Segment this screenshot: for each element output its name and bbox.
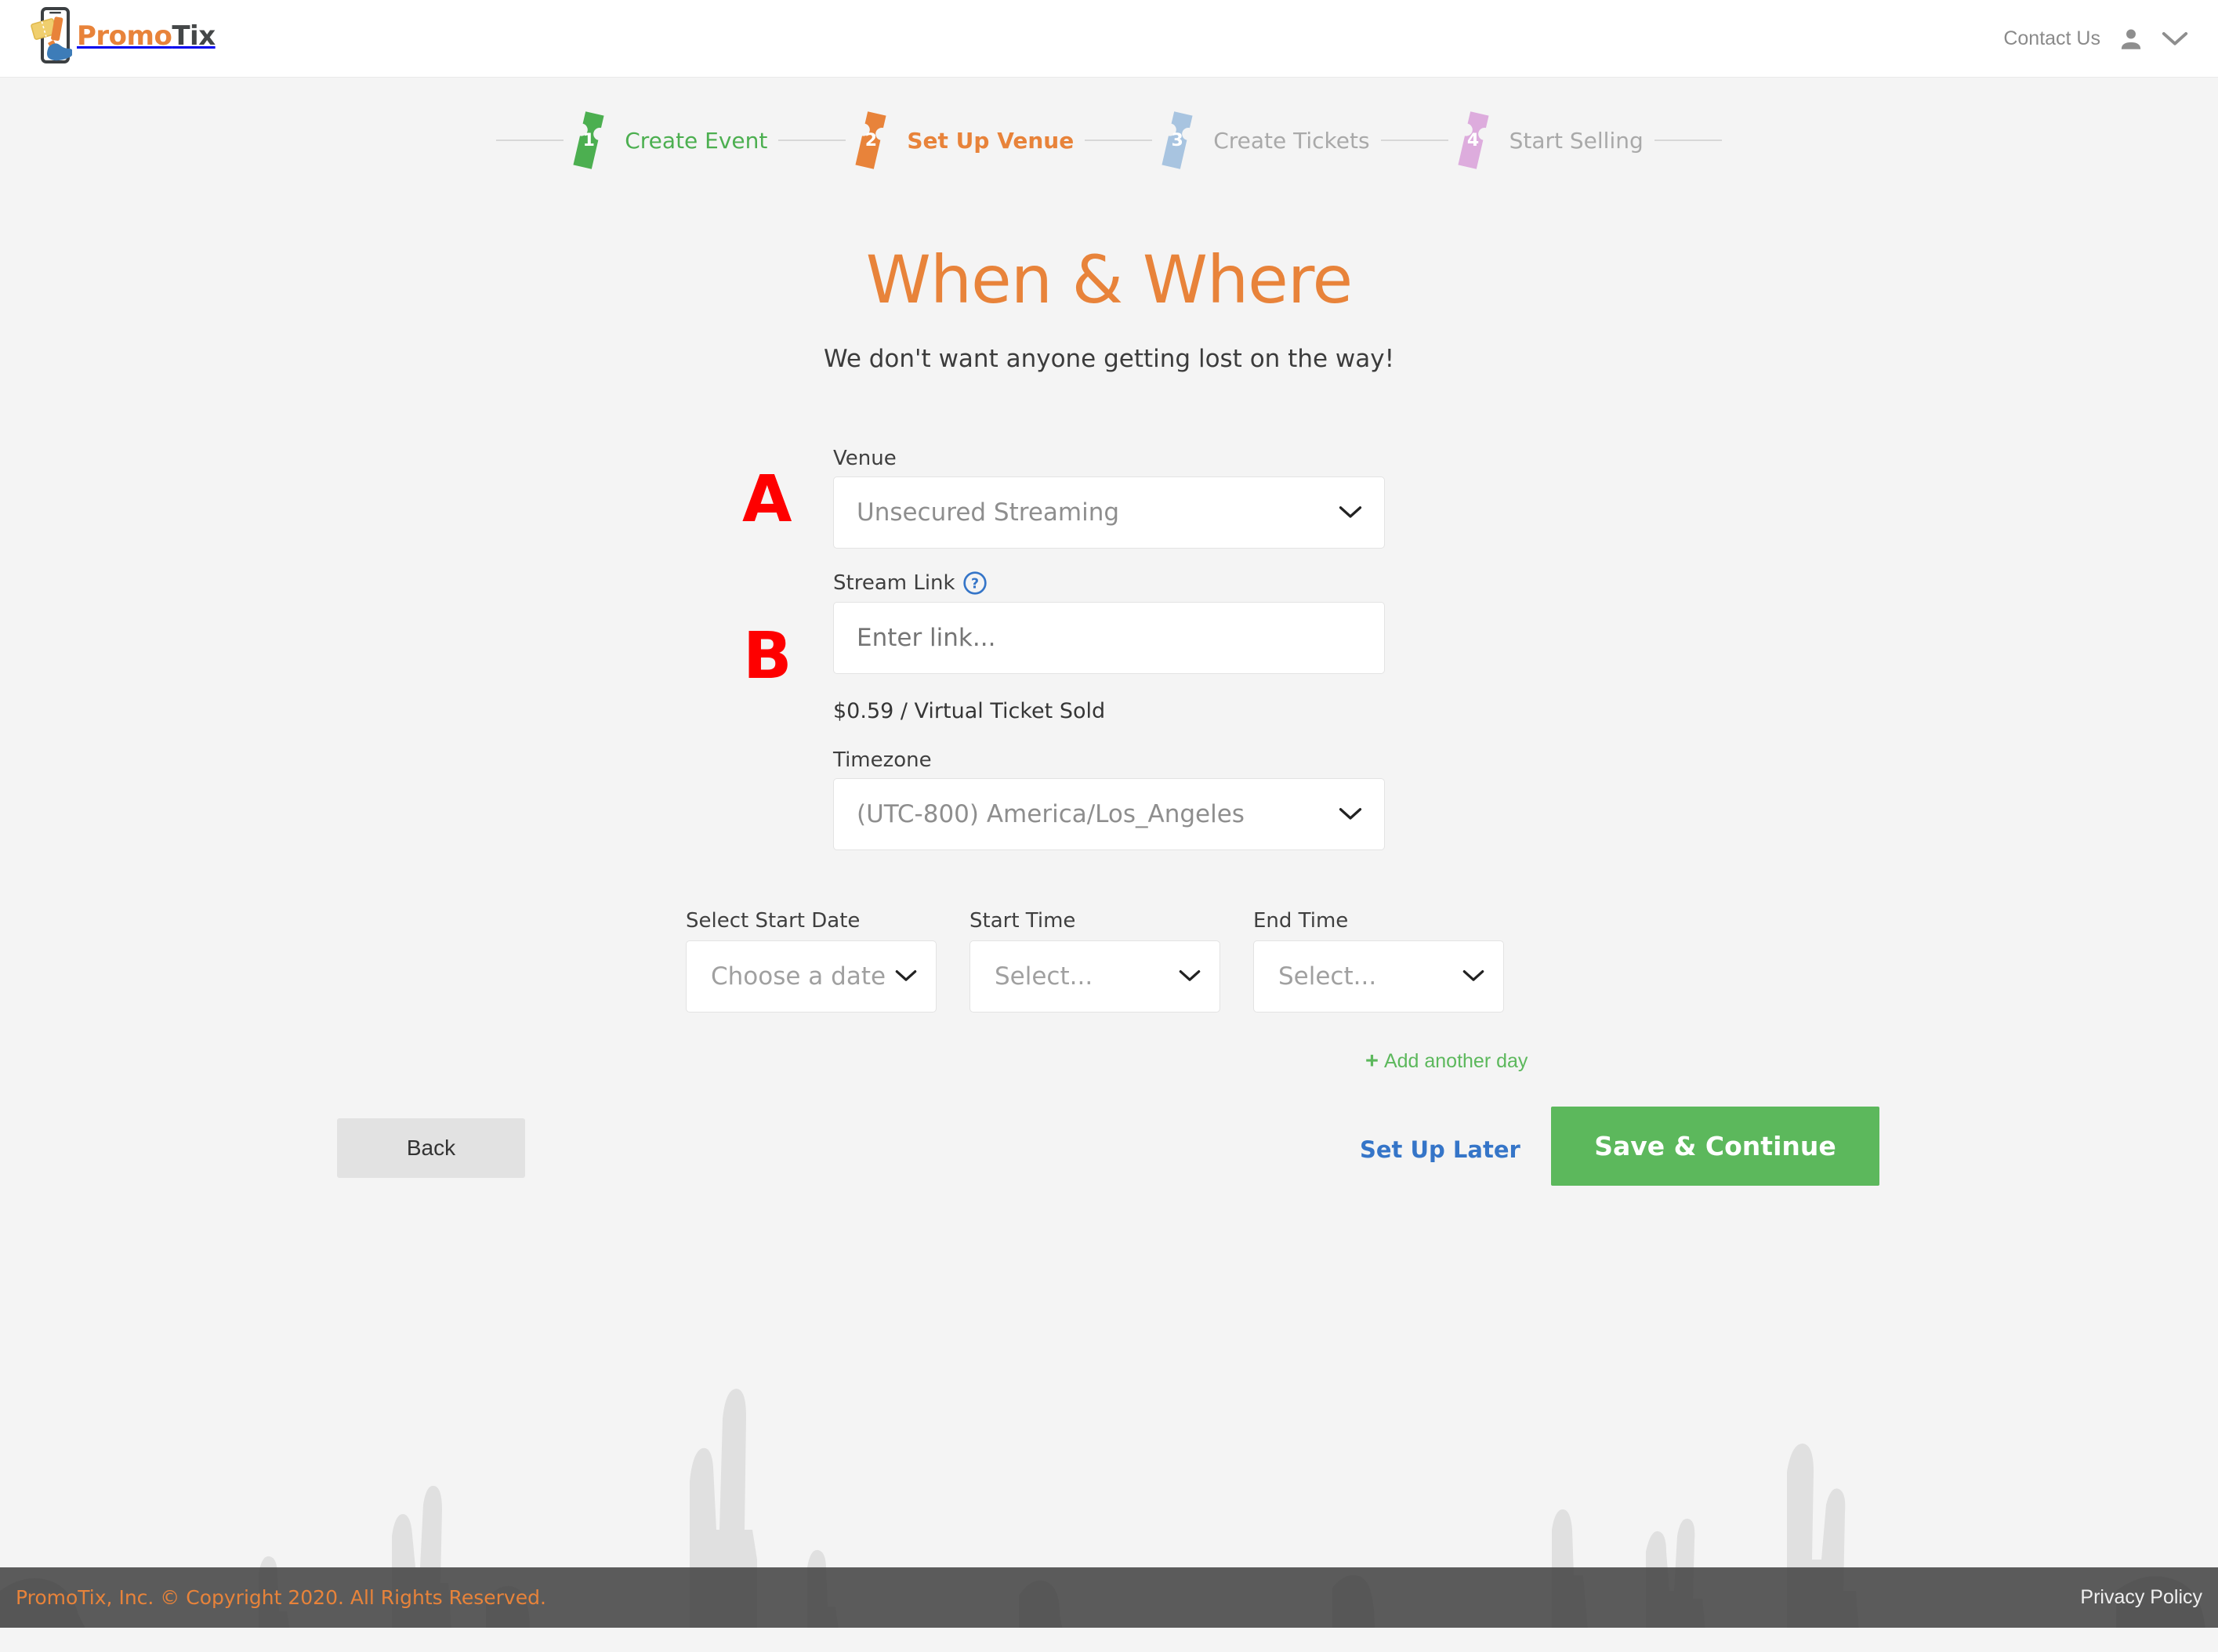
stepper-line (1380, 139, 1448, 141)
start-date-group: Select Start Date Choose a date (686, 909, 937, 1013)
date-time-row: Select Start Date Choose a date Start Ti… (686, 909, 1504, 1013)
stepper-number-2: 2 (864, 130, 878, 150)
page-footer: PromoTix, Inc. © Copyright 2020. All Rig… (0, 1567, 2218, 1628)
phone-ticket-hand-icon (27, 6, 72, 66)
ticket-icon-2: 2 (850, 110, 891, 171)
stepper-line (1085, 139, 1153, 141)
ticket-icon-1: 1 (568, 110, 609, 171)
stream-link-label: Stream Link (833, 571, 955, 595)
app-header: PromoTix Contact Us (0, 0, 2218, 78)
end-time-select[interactable]: Select... (1253, 940, 1504, 1013)
start-time-select[interactable]: Select... (969, 940, 1220, 1013)
virtual-ticket-price-note: $0.59 / Virtual Ticket Sold (833, 699, 1106, 723)
stepper-step-4[interactable]: 4 Start Selling (1448, 110, 1654, 171)
page-root: PromoTix Contact Us 1 Create Event 2 Set… (0, 0, 2218, 1652)
stepper-label-create-tickets: Create Tickets (1213, 127, 1370, 154)
progress-stepper: 1 Create Event 2 Set Up Venue 3 Create T… (0, 110, 2218, 171)
stepper-step-3[interactable]: 3 Create Tickets (1152, 110, 1380, 171)
stepper-line (778, 139, 846, 141)
stepper-number-3: 3 (1171, 130, 1183, 150)
start-time-value: Select... (995, 962, 1093, 991)
plus-icon: + (1365, 1049, 1379, 1074)
contact-us-link[interactable]: Contact Us (2003, 27, 2100, 50)
end-time-group: End Time Select... (1253, 909, 1504, 1013)
stepper-number-1: 1 (582, 130, 595, 150)
set-up-later-link[interactable]: Set Up Later (1360, 1136, 1520, 1163)
user-icon[interactable] (2118, 26, 2144, 53)
timezone-select[interactable]: (UTC-800) America/Los_Angeles (833, 778, 1385, 850)
venue-select-value: Unsecured Streaming (857, 498, 1120, 527)
brand-logo[interactable]: PromoTix (27, 6, 216, 66)
ticket-icon-4: 4 (1453, 110, 1494, 171)
start-time-group: Start Time Select... (969, 909, 1220, 1013)
start-date-picker[interactable]: Choose a date (686, 940, 937, 1013)
page-subtitle: We don't want anyone getting lost on the… (823, 345, 1395, 373)
venue-select[interactable]: Unsecured Streaming (833, 476, 1385, 549)
ticket-icon-3: 3 (1157, 110, 1198, 171)
chevron-down-icon (1339, 807, 1362, 821)
stepper-line (496, 139, 564, 141)
chevron-down-icon (895, 969, 919, 984)
header-right-group: Contact Us (2003, 0, 2188, 78)
chevron-down-icon (1462, 969, 1486, 984)
stepper-label-start-selling: Start Selling (1509, 127, 1644, 154)
start-date-label: Select Start Date (686, 909, 861, 933)
venue-form: Venue Unsecured Streaming Stream Link ? (833, 447, 1385, 850)
timezone-select-value: (UTC-800) America/Los_Angeles (857, 800, 1245, 828)
stream-link-label-row: Stream Link ? (833, 571, 1385, 596)
stepper-line (1654, 139, 1722, 141)
stepper-step-2[interactable]: 2 Set Up Venue (846, 110, 1085, 171)
chevron-down-icon (1179, 969, 1202, 984)
annotation-marker-b: B (743, 619, 792, 694)
question-mark-circle-icon[interactable]: ? (962, 571, 988, 596)
venue-label: Venue (833, 447, 897, 470)
page-title: When & Where (865, 241, 1353, 318)
stepper-label-create-event: Create Event (625, 127, 768, 154)
stream-link-input-wrap[interactable] (833, 602, 1385, 674)
back-button[interactable]: Back (337, 1118, 525, 1178)
stepper-number-4: 4 (1466, 130, 1480, 150)
annotation-marker-a: A (742, 462, 792, 537)
save-and-continue-button[interactable]: Save & Continue (1551, 1107, 1879, 1186)
stepper-label-set-up-venue: Set Up Venue (907, 127, 1075, 154)
stream-link-input[interactable] (834, 603, 1384, 673)
stepper-step-1[interactable]: 1 Create Event (564, 110, 778, 171)
brand-logo-text: PromoTix (77, 20, 216, 52)
chevron-down-icon[interactable] (2162, 31, 2188, 48)
end-time-value: Select... (1278, 962, 1377, 991)
svg-text:?: ? (971, 577, 979, 592)
end-time-label: End Time (1253, 909, 1349, 933)
footer-spacer (0, 1628, 2218, 1652)
brand-logo-promo: Promo (77, 20, 172, 52)
privacy-policy-link[interactable]: Privacy Policy (2080, 1586, 2202, 1609)
start-time-label: Start Time (969, 909, 1076, 933)
brand-logo-tix: Tix (172, 20, 216, 52)
chevron-down-icon (1339, 505, 1362, 520)
timezone-label: Timezone (833, 748, 932, 772)
footer-copyright: PromoTix, Inc. © Copyright 2020. All Rig… (16, 1586, 546, 1609)
add-another-day-link[interactable]: + Add another day (1365, 1050, 1528, 1073)
add-another-day-label: Add another day (1383, 1050, 1528, 1072)
start-date-value: Choose a date (711, 962, 886, 991)
